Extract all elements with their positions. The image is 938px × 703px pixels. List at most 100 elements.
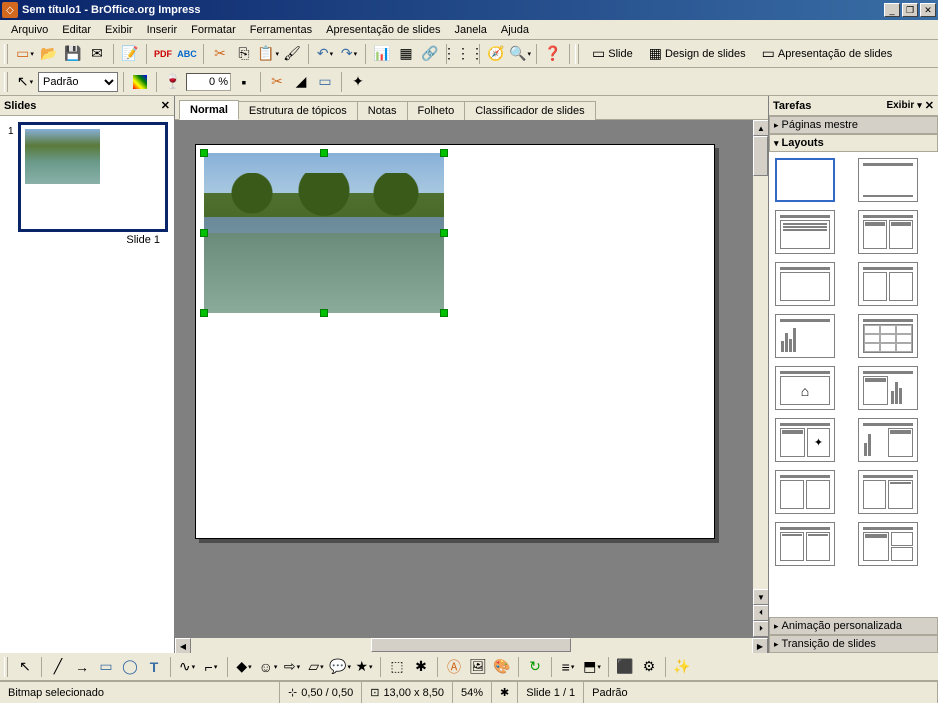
scroll-up-icon[interactable]: ▲ [753,120,768,136]
arrange-tool[interactable]: ⬒▾ [581,656,603,678]
grid-button[interactable]: ⋮⋮⋮ [452,43,474,65]
status-zoom[interactable]: 54% [453,682,492,703]
rotate-tool[interactable]: ↻ [524,656,546,678]
animation-tool[interactable]: ✨ [671,656,693,678]
select-tool[interactable]: ↖ [14,656,36,678]
section-slide-transition[interactable]: ▸Transição de slides [769,635,938,653]
resize-handle-e[interactable] [440,229,448,237]
chart-button[interactable]: 📊 [371,43,393,65]
layout-text-object[interactable] [775,470,835,514]
restore-button[interactable]: ❐ [902,3,918,17]
format-paintbrush-button[interactable]: 🖌 [281,43,303,65]
style-combo[interactable]: Padrão [38,72,118,92]
toolbar-grip-4[interactable] [4,657,8,677]
block-arrows-tool[interactable]: ⇨▾ [281,656,303,678]
arrow-line-tool[interactable]: → [71,656,93,678]
resize-handle-s[interactable] [320,309,328,317]
horizontal-scrollbar[interactable]: ◀ ▶ [175,637,768,653]
undo-button[interactable]: ↶▾ [314,43,336,65]
tab-outline[interactable]: Estrutura de tópicos [238,101,358,120]
layout-title-content[interactable] [775,210,835,254]
vertical-scrollbar[interactable]: ▲ ▼ ⏴ ⏵ [752,120,768,637]
section-master-pages[interactable]: ▸Páginas mestre [769,116,938,134]
menu-formatar[interactable]: Formatar [184,22,243,38]
layout-two-objects-text[interactable] [858,522,918,566]
zoom-button[interactable]: 🔍▾ [509,43,531,65]
new-button[interactable]: ▭▾ [14,43,36,65]
menu-editar[interactable]: Editar [55,22,98,38]
slide-canvas[interactable] [195,144,715,539]
points-tool[interactable]: ⬚ [386,656,408,678]
menu-arquivo[interactable]: Arquivo [4,22,55,38]
extrusion-tool[interactable]: ⬛ [614,656,636,678]
menu-exibir[interactable]: Exibir [98,22,140,38]
layout-title-only[interactable] [775,262,835,306]
color-button[interactable] [129,71,151,93]
crop-button[interactable]: ✂ [266,71,288,93]
arrow-tool-button[interactable]: ↖▾ [14,71,36,93]
alignment-tool[interactable]: ≡▾ [557,656,579,678]
wine-glass-button[interactable]: 🍷 [162,71,184,93]
resize-handle-n[interactable] [320,149,328,157]
print-preview-button[interactable]: ABC [176,43,198,65]
open-button[interactable]: 📂 [38,43,60,65]
tab-handout[interactable]: Folheto [407,101,466,120]
layout-clipart[interactable]: ⌂ [775,366,835,410]
tab-slidesorter[interactable]: Classificador de slides [464,101,595,120]
resize-handle-sw[interactable] [200,309,208,317]
menu-janela[interactable]: Janela [447,22,493,38]
fontwork-tool[interactable]: Ⓐ [443,656,465,678]
flip-button[interactable]: ◢ [290,71,312,93]
layout-title[interactable] [858,158,918,202]
rectangle-tool[interactable]: ▭ [95,656,117,678]
scroll-left-icon[interactable]: ◀ [175,638,191,654]
resize-handle-nw[interactable] [200,149,208,157]
task-panel-close-icon[interactable]: ✕ [925,99,934,112]
minimize-button[interactable]: _ [884,3,900,17]
slide-thumbnail[interactable] [18,122,168,232]
menu-ferramentas[interactable]: Ferramentas [243,22,319,38]
slides-list[interactable]: 1 Slide 1 [0,116,174,653]
connector-tool[interactable]: ⌐▾ [200,656,222,678]
toolbar-grip-2[interactable] [575,44,579,64]
resize-handle-w[interactable] [200,229,208,237]
resize-handle-se[interactable] [440,309,448,317]
prev-slide-icon[interactable]: ⏴ [753,605,768,621]
section-custom-animation[interactable]: ▸Animação personalizada [769,617,938,635]
gallery-tool[interactable]: 🎨 [491,656,513,678]
hyperlink-button[interactable]: 🔗 [419,43,441,65]
menu-apresentacao[interactable]: Apresentação de slides [319,22,447,38]
slides-panel-close-icon[interactable]: ✕ [161,99,170,112]
close-button[interactable]: ✕ [920,3,936,17]
pdf-button[interactable]: PDF [152,43,174,65]
resize-handle-ne[interactable] [440,149,448,157]
toolbar-grip-3[interactable] [4,72,8,92]
slide-button[interactable]: ▭Slide [585,43,640,65]
layout-object-text[interactable] [858,470,918,514]
table-button[interactable]: ▦ [395,43,417,65]
ellipse-tool[interactable]: ◯ [119,656,141,678]
layout-two-content[interactable] [858,210,918,254]
layout-four-objects[interactable] [775,522,835,566]
stars-tool[interactable]: ★▾ [353,656,375,678]
text-tool[interactable]: T [143,656,165,678]
layout-text-clipart[interactable]: ✦ [775,418,835,462]
basic-shapes-tool[interactable]: ◆▾ [233,656,255,678]
copy-button[interactable]: ⎘ [233,43,255,65]
layout-chart-text[interactable] [858,418,918,462]
email-button[interactable]: ✉ [86,43,108,65]
tab-normal[interactable]: Normal [179,100,239,120]
layout-table[interactable] [858,314,918,358]
section-layouts[interactable]: ▾Layouts [769,134,938,152]
symbol-shapes-tool[interactable]: ☺▾ [257,656,279,678]
tab-notes[interactable]: Notas [357,101,408,120]
redo-button[interactable]: ↷▾ [338,43,360,65]
callouts-tool[interactable]: 💬▾ [329,656,351,678]
paste-button[interactable]: 📋▾ [257,43,279,65]
from-file-tool[interactable]: 🖼 [467,656,489,678]
shadow-button[interactable]: ▪ [233,71,255,93]
cut-button[interactable]: ✂ [209,43,231,65]
flowchart-tool[interactable]: ▱▾ [305,656,327,678]
filter-button[interactable]: ✦ [347,71,369,93]
curve-tool[interactable]: ∿▾ [176,656,198,678]
